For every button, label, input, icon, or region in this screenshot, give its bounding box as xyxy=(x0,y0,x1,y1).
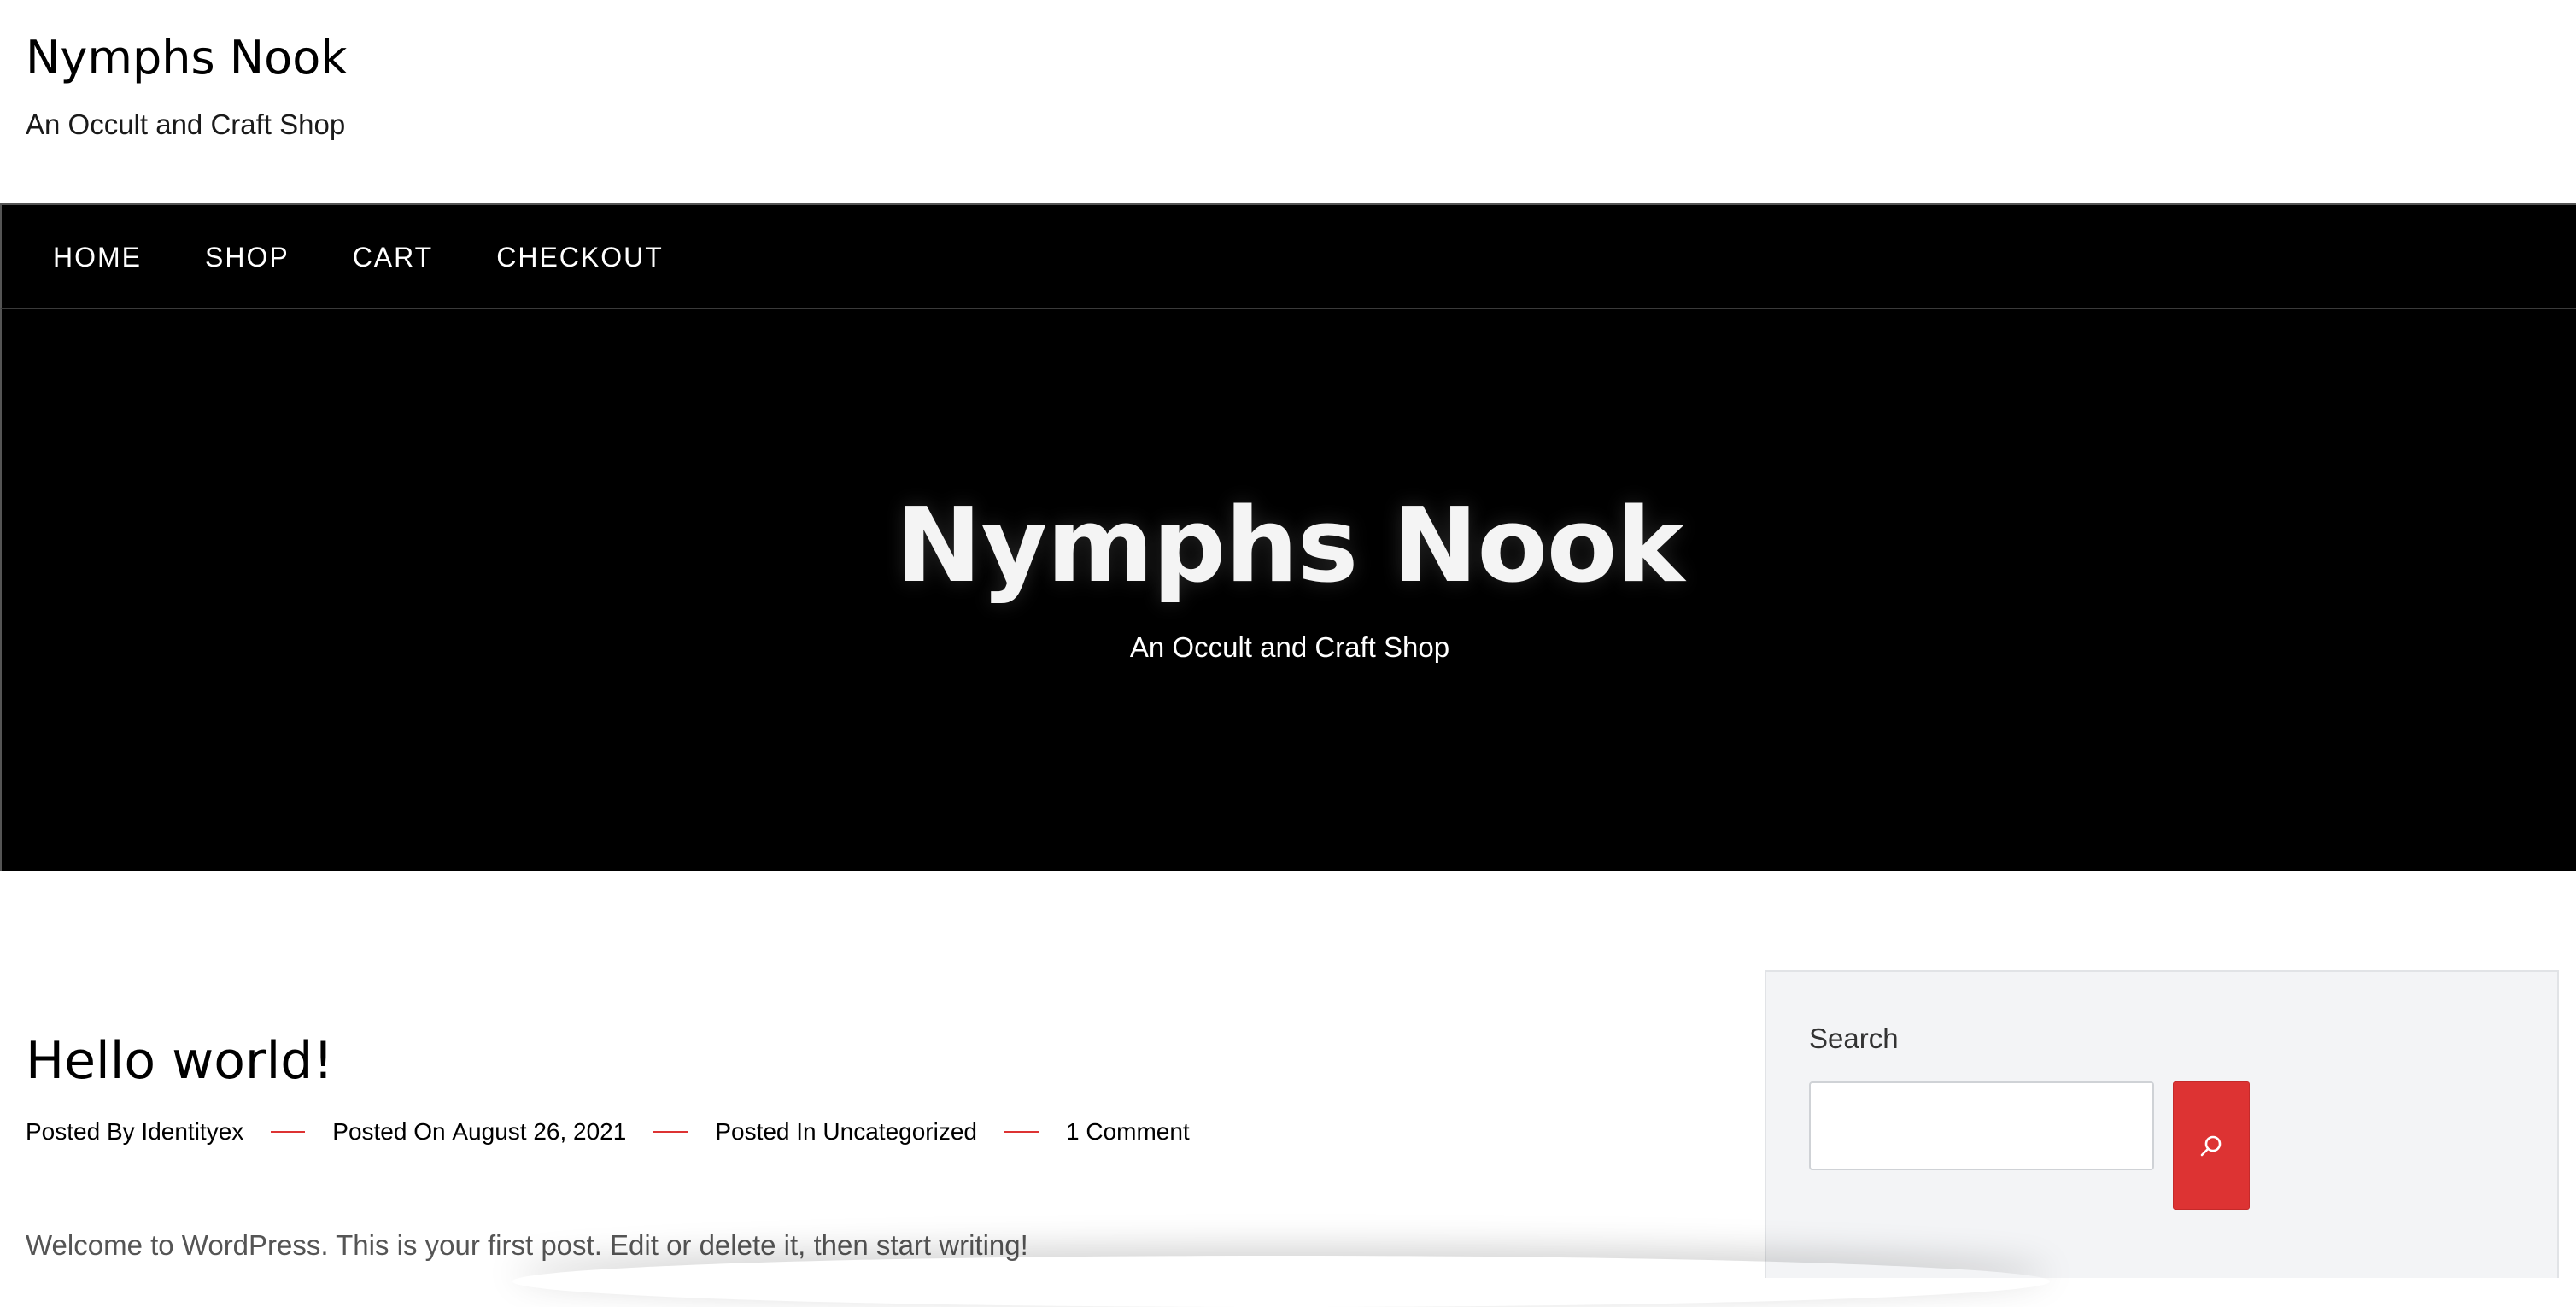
post-title[interactable]: Hello world! xyxy=(26,1025,1717,1097)
hero-title: Nymphs Nook xyxy=(895,487,1684,606)
meta-author-link[interactable]: Identityex xyxy=(141,1118,243,1146)
nav-item-shop[interactable]: SHOP xyxy=(205,242,290,273)
main-navigation: HOME SHOP CART CHECKOUT xyxy=(0,203,2576,309)
meta-author-prefix: Posted By xyxy=(26,1118,135,1145)
hero-banner: Nymphs Nook An Occult and Craft Shop xyxy=(0,309,2576,871)
site-tagline: An Occult and Craft Shop xyxy=(26,108,346,140)
search-input[interactable] xyxy=(1809,1081,2154,1170)
nav-list: HOME SHOP CART CHECKOUT xyxy=(53,205,727,309)
meta-date-link[interactable]: August 26, 2021 xyxy=(452,1118,626,1146)
sidebar: Search xyxy=(1765,970,2559,1278)
meta-comments-link[interactable]: 1 Comment xyxy=(1066,1118,1190,1146)
post-excerpt: Welcome to WordPress. This is your first… xyxy=(26,1229,1028,1261)
meta-separator xyxy=(1004,1131,1039,1133)
hero-tagline: An Occult and Craft Shop xyxy=(1129,631,1450,663)
meta-date-prefix: Posted On xyxy=(332,1118,446,1145)
search-button[interactable] xyxy=(2173,1081,2250,1210)
nav-item-cart[interactable]: CART xyxy=(353,242,434,273)
search-label: Search xyxy=(1809,1023,1899,1054)
meta-separator xyxy=(653,1131,688,1133)
meta-category-prefix: Posted In xyxy=(715,1118,817,1145)
post-meta: Posted By Identityex Posted On August 26… xyxy=(26,1111,1190,1153)
site-title[interactable]: Nymphs Nook xyxy=(26,26,348,91)
post-article: Hello world! Posted By Identityex Posted… xyxy=(26,1025,1717,1261)
meta-separator xyxy=(271,1131,306,1133)
search-icon xyxy=(2198,1133,2224,1158)
meta-category-link[interactable]: Uncategorized xyxy=(823,1118,977,1146)
nav-item-checkout[interactable]: CHECKOUT xyxy=(496,242,664,273)
nav-item-home[interactable]: HOME xyxy=(53,242,142,273)
site-header: Nymphs Nook An Occult and Craft Shop xyxy=(0,0,2576,203)
